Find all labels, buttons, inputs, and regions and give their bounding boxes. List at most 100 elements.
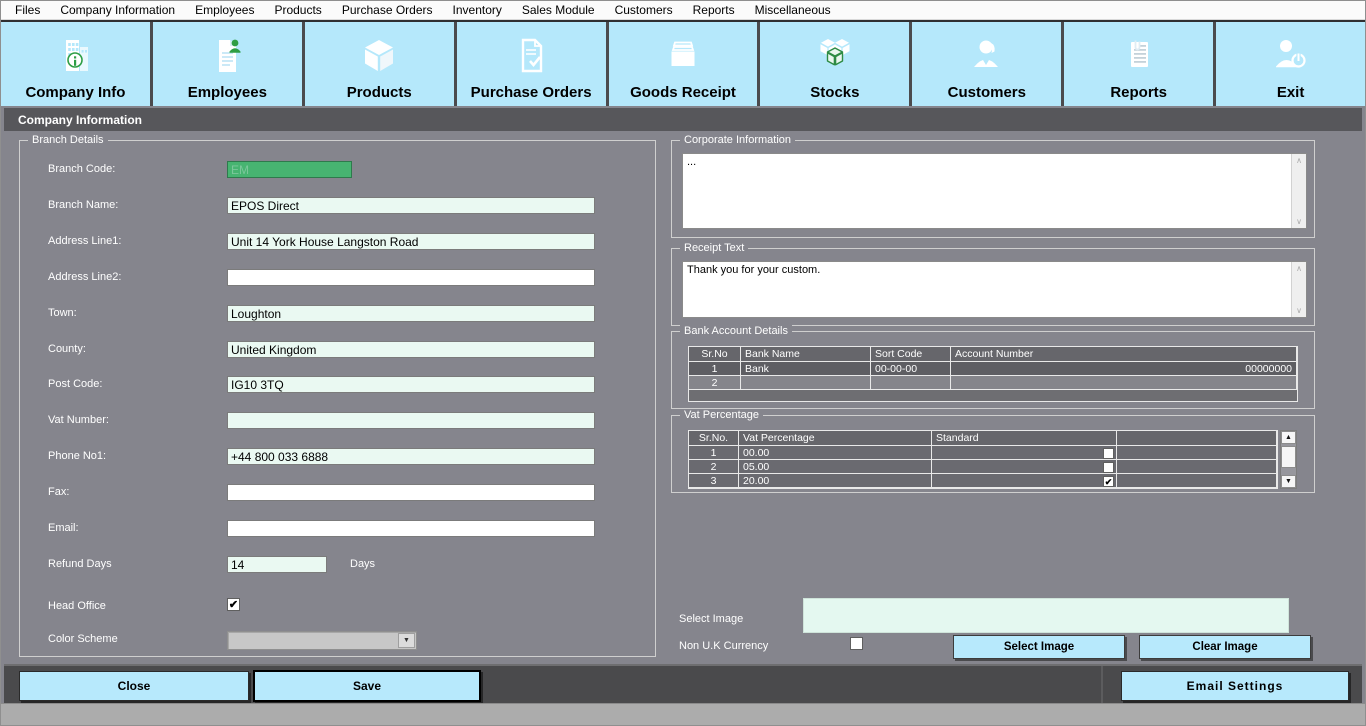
vat-percentage-group: Vat Percentage Sr.No. Vat Percentage Sta… [671, 415, 1315, 493]
bank-table-row[interactable]: 2 [689, 376, 1297, 390]
menu-inventory[interactable]: Inventory [443, 1, 512, 19]
toolbar-exit-button[interactable]: Exit [1216, 22, 1365, 106]
receipt-text-group: Receipt Text Thank you for your custom. … [671, 248, 1315, 326]
vat-row-filler [1117, 460, 1277, 474]
toolbar-products-button[interactable]: Products [305, 22, 454, 106]
head-office-checkbox[interactable]: ✔ [227, 598, 240, 611]
menu-employees[interactable]: Employees [185, 1, 264, 19]
branch-details-group: Branch Details Branch Code: Branch Name:… [19, 140, 656, 657]
page-title: Company Information [4, 108, 1362, 131]
town-input[interactable] [227, 305, 595, 322]
scroll-up-icon[interactable]: ∧ [1296, 156, 1302, 165]
phone-input[interactable] [227, 448, 595, 465]
bank-row-account [951, 376, 1297, 390]
company-info-icon [53, 32, 97, 80]
image-path-field[interactable] [803, 598, 1289, 633]
menu-products[interactable]: Products [264, 1, 331, 19]
email-input[interactable] [227, 520, 595, 537]
scroll-up-icon[interactable]: ∧ [1296, 264, 1302, 273]
vat-row-pct: 00.00 [739, 446, 932, 460]
email-settings-button[interactable]: Email Settings [1121, 671, 1349, 701]
bank-row-sr: 2 [689, 376, 741, 390]
save-button[interactable]: Save [253, 670, 481, 702]
vat-number-input[interactable] [227, 412, 595, 429]
select-image-button[interactable]: Select Image [953, 635, 1125, 659]
toolbar-stocks-button[interactable]: Stocks [760, 22, 909, 106]
branch-code-input[interactable] [227, 161, 352, 178]
menu-sales-module[interactable]: Sales Module [512, 1, 605, 19]
refund-days-label: Refund Days [48, 558, 112, 570]
vat-standard-checkbox[interactable] [1103, 462, 1114, 473]
vat-table-row[interactable]: 2 05.00 [689, 460, 1277, 474]
vat-number-label: Vat Number: [48, 414, 109, 426]
toolbar-purchase-orders-button[interactable]: Purchase Orders [457, 22, 606, 106]
scroll-up-icon[interactable]: ▲ [1281, 431, 1296, 444]
toolbar-customers-button[interactable]: Customers [912, 22, 1061, 106]
scrollbar-thumb[interactable] [1281, 446, 1296, 468]
branch-name-label: Branch Name: [48, 199, 118, 211]
non-uk-currency-checkbox[interactable] [850, 637, 863, 650]
corporate-information-textarea[interactable]: ... ∧ ∨ [682, 153, 1307, 229]
vat-row-standard-cell [932, 460, 1117, 474]
stocks-icon [813, 32, 857, 80]
branch-code-label: Branch Code: [48, 163, 115, 175]
vat-table-row[interactable]: 1 00.00 [689, 446, 1277, 460]
town-label: Town: [48, 307, 77, 319]
fax-input[interactable] [227, 484, 595, 501]
customers-icon [965, 32, 1009, 80]
address1-input[interactable] [227, 233, 595, 250]
exit-icon [1269, 32, 1313, 80]
menu-files[interactable]: Files [5, 1, 50, 19]
clear-image-button[interactable]: Clear Image [1139, 635, 1311, 659]
corporate-information-group: Corporate Information ... ∧ ∨ [671, 140, 1315, 238]
image-path-value [804, 608, 812, 612]
products-icon [357, 32, 401, 80]
post-code-input[interactable] [227, 376, 595, 393]
menu-purchase-orders[interactable]: Purchase Orders [332, 1, 443, 19]
branch-details-legend: Branch Details [28, 134, 108, 146]
scroll-down-icon[interactable]: ∨ [1296, 306, 1302, 315]
vat-table-row[interactable]: 3 20.00 ✔ [689, 474, 1277, 488]
address2-input[interactable] [227, 269, 595, 286]
footer-bar: Close Save Email Settings [4, 664, 1362, 703]
corporate-information-scrollbar[interactable]: ∧ ∨ [1291, 154, 1306, 228]
toolbar-goods-receipt-button[interactable]: Goods Receipt [609, 22, 758, 106]
refund-days-input[interactable] [227, 556, 327, 573]
receipt-text-scrollbar[interactable]: ∧ ∨ [1291, 262, 1306, 317]
receipt-text-legend: Receipt Text [680, 242, 748, 254]
menu-miscellaneous[interactable]: Miscellaneous [745, 1, 841, 19]
bank-row-sr: 1 [689, 362, 741, 376]
email-label: Email: [48, 522, 79, 534]
address1-label: Address Line1: [48, 235, 121, 247]
toolbar-employees-button[interactable]: Employees [153, 22, 302, 106]
toolbar-company-info-button[interactable]: Company Info [1, 22, 150, 106]
chevron-down-icon[interactable]: ▼ [398, 633, 415, 648]
bank-account-details-group: Bank Account Details Sr.No Bank Name Sor… [671, 331, 1315, 409]
scroll-down-icon[interactable]: ▼ [1281, 475, 1296, 488]
purchase-orders-icon [509, 32, 553, 80]
vat-header-percentage: Vat Percentage [739, 431, 932, 446]
toolbar-reports-button[interactable]: Reports [1064, 22, 1213, 106]
menu-customers[interactable]: Customers [605, 1, 683, 19]
vat-standard-checkbox[interactable]: ✔ [1103, 476, 1114, 487]
bank-table-row[interactable]: 1 Bank 00-00-00 00000000 [689, 362, 1297, 376]
county-row: County: [20, 341, 655, 361]
color-scheme-dropdown[interactable]: ▼ [227, 631, 417, 650]
toolbar-products-label: Products [347, 84, 412, 101]
branch-name-input[interactable] [227, 197, 595, 214]
county-input[interactable] [227, 341, 595, 358]
toolbar-company-info-label: Company Info [25, 84, 125, 101]
vat-table-scrollbar[interactable]: ▲ ▼ [1280, 430, 1297, 489]
menu-company-information[interactable]: Company Information [50, 1, 185, 19]
receipt-text-textarea[interactable]: Thank you for your custom. ∧ ∨ [682, 261, 1307, 318]
vat-table-row[interactable]: 4 [689, 488, 1277, 489]
vat-table-header: Sr.No. Vat Percentage Standard [689, 431, 1277, 446]
vat-percentage-table: Sr.No. Vat Percentage Standard 1 00.00 2… [688, 430, 1278, 489]
town-row: Town: [20, 305, 655, 325]
menu-reports[interactable]: Reports [683, 1, 745, 19]
refund-days-suffix: Days [350, 558, 375, 570]
toolbar-exit-label: Exit [1277, 84, 1305, 101]
close-button[interactable]: Close [19, 671, 249, 701]
scroll-down-icon[interactable]: ∨ [1296, 217, 1302, 226]
vat-standard-checkbox[interactable] [1103, 448, 1114, 459]
